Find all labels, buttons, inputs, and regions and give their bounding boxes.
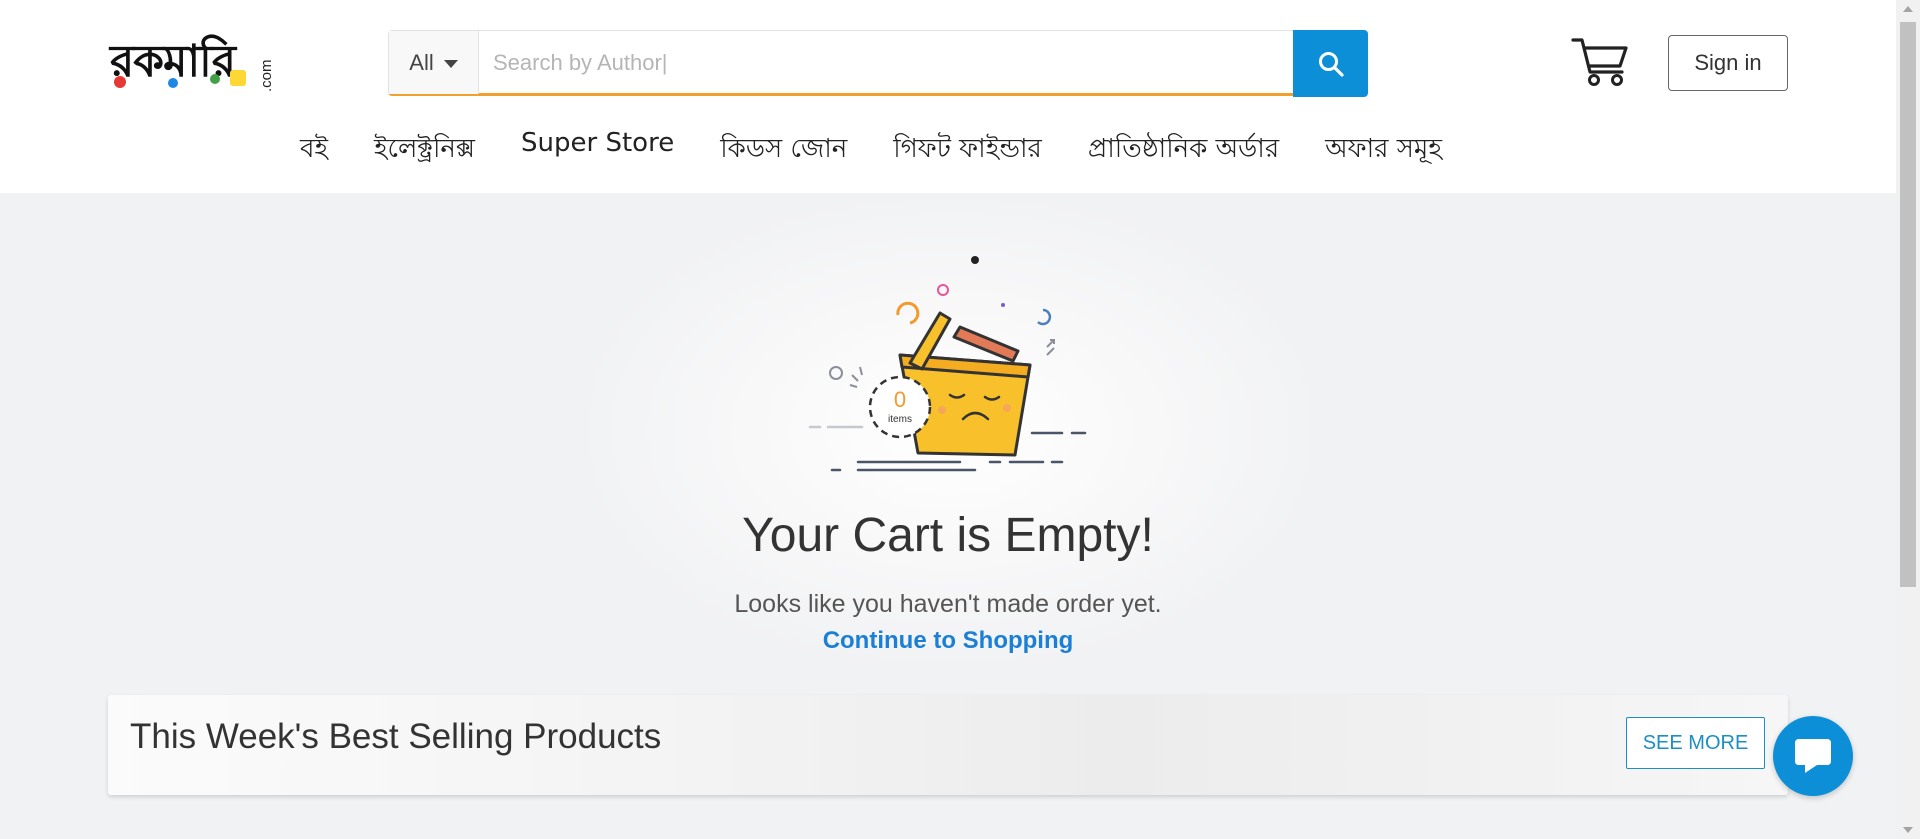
main-nav: বই ইলেক্ট্রনিক্স Super Store কিডস জোন গি… xyxy=(300,128,1442,172)
search-icon xyxy=(1318,51,1344,77)
empty-basket-illustration: 0 items xyxy=(808,256,1087,472)
nav-item-offers[interactable]: অফার সমূহ xyxy=(1325,128,1442,172)
nav-item-corporate-order[interactable]: প্রাতিষ্ঠানিক অর্ডার xyxy=(1088,128,1279,172)
page-scrollbar[interactable] xyxy=(1896,0,1920,839)
nav-item-books[interactable]: বই xyxy=(300,128,328,172)
nav-item-kids-zone[interactable]: কিডস জোন xyxy=(720,128,847,172)
empty-cart-title: Your Cart is Empty! xyxy=(742,509,1154,562)
scroll-up-arrow[interactable] xyxy=(1903,6,1913,12)
nav-item-gift-finder[interactable]: গিফট ফাইন্ডার xyxy=(893,128,1042,172)
search-button[interactable] xyxy=(1293,30,1368,97)
search-category-select[interactable]: All xyxy=(389,31,479,94)
sign-in-button[interactable]: Sign in xyxy=(1668,35,1788,91)
chat-button[interactable] xyxy=(1773,716,1853,796)
continue-shopping-label[interactable]: Continue to Shopping xyxy=(823,627,1074,654)
caret-down-icon xyxy=(443,59,458,68)
cart-icon[interactable] xyxy=(1570,34,1630,90)
logo-dot-red xyxy=(114,76,126,88)
nav-item-electronics[interactable]: ইলেক্ট্রনিক্স xyxy=(374,128,475,172)
logo-dot-green xyxy=(210,74,220,84)
logo-suffix: .com xyxy=(258,59,275,92)
search-category-label: All xyxy=(409,49,434,75)
best-selling-title: This Week's Best Selling Products xyxy=(130,717,662,756)
empty-cart-subtitle: Looks like you haven't made order yet. xyxy=(734,590,1162,618)
empty-cart-item-count: 0 xyxy=(894,387,906,412)
rokomari-logo[interactable]: রকমারি .com xyxy=(110,30,275,94)
best-selling-banner: This Week's Best Selling Products SEE MO… xyxy=(108,695,1788,795)
see-more-button[interactable]: SEE MORE xyxy=(1626,717,1765,769)
chat-icon xyxy=(1795,739,1831,773)
logo-dot-blue xyxy=(168,78,178,88)
nav-item-super-store[interactable]: Super Store xyxy=(521,128,674,172)
search-bar: All xyxy=(388,30,1368,97)
empty-cart-item-label: items xyxy=(888,414,912,425)
search-input[interactable] xyxy=(481,31,1281,94)
scroll-down-arrow[interactable] xyxy=(1903,827,1913,833)
scroll-thumb[interactable] xyxy=(1900,22,1916,587)
site-header: রকমারি .com All Sign in বই ইলেক্ট্রনিক্স… xyxy=(0,0,1896,193)
continue-shopping-link: Continue to Shopping xyxy=(0,627,1896,655)
logo-dot-yellow xyxy=(230,70,246,86)
